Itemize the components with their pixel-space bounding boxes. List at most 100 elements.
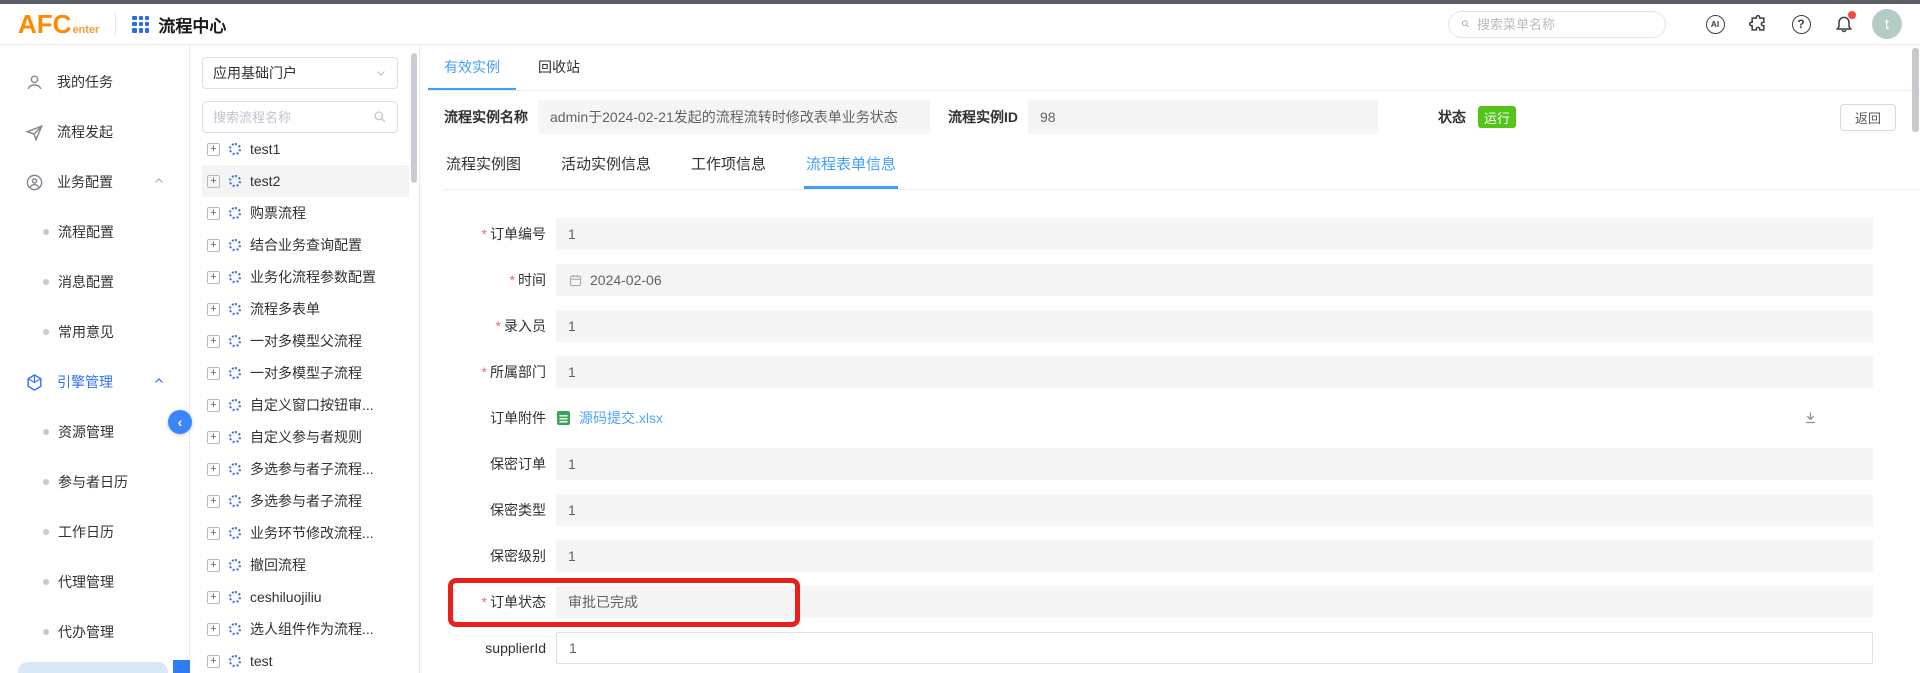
sidebar-item-process-config[interactable]: 流程配置 — [0, 207, 189, 257]
form-row: *保密类型 1 — [444, 494, 1873, 526]
expand-icon[interactable]: + — [207, 431, 220, 444]
field-input[interactable]: 1 — [556, 310, 1873, 342]
required-asterisk: * — [510, 272, 515, 288]
tree-scrollbar[interactable] — [411, 53, 417, 183]
tree-item-label: test1 — [250, 141, 280, 157]
field-input[interactable]: 审批已完成 — [556, 586, 1873, 618]
expand-icon[interactable]: + — [207, 143, 220, 156]
tree-item[interactable]: + test2 — [202, 165, 409, 197]
tree-item[interactable]: + 购票流程 — [202, 197, 409, 229]
field-value: 1 — [568, 456, 576, 472]
tree-item[interactable]: + 业务环节修改流程... — [202, 517, 409, 549]
tree-item[interactable]: + 结合业务查询配置 — [202, 229, 409, 261]
tab-recycle-bin[interactable]: 回收站 — [522, 45, 596, 90]
sidebar-group-engine-management[interactable]: 引擎管理 — [0, 357, 189, 407]
bullet-icon — [43, 529, 49, 535]
tab-work-item-info[interactable]: 工作项信息 — [689, 143, 768, 189]
expand-icon[interactable]: + — [207, 335, 220, 348]
expand-icon[interactable]: + — [207, 239, 220, 252]
download-icon[interactable] — [1803, 410, 1818, 428]
process-search-input[interactable] — [213, 110, 367, 125]
tree-item[interactable]: + 多选参与者子流程... — [202, 453, 409, 485]
process-search[interactable] — [202, 101, 398, 133]
expand-icon[interactable]: + — [207, 207, 220, 220]
tree-item[interactable]: + 一对多模型父流程 — [202, 325, 409, 357]
expand-icon[interactable]: + — [207, 463, 220, 476]
tree-item-label: ceshiluojiliu — [250, 589, 322, 605]
field-input[interactable]: 1 — [556, 356, 1873, 388]
sidebar-item-process-start[interactable]: 流程发起 — [0, 107, 189, 157]
instance-id-label: 流程实例ID — [948, 107, 1018, 127]
sidebar-collapse-button[interactable]: ‹ — [168, 410, 192, 434]
sidebar-item-common-opinions[interactable]: 常用意见 — [0, 307, 189, 357]
sidebar-item-work-calendar[interactable]: 工作日历 — [0, 507, 189, 557]
expand-icon[interactable]: + — [207, 271, 220, 284]
plugin-icon[interactable] — [1747, 13, 1769, 35]
bell-icon[interactable] — [1833, 13, 1855, 35]
expand-icon[interactable]: + — [207, 367, 220, 380]
tree-item[interactable]: + 流程多表单 — [202, 293, 409, 325]
sidebar-group-business-config[interactable]: 业务配置 — [0, 157, 189, 207]
sidebar-item-agent-management[interactable]: 代理管理 — [0, 557, 189, 607]
tree-item[interactable]: + 一对多模型子流程 — [202, 357, 409, 389]
sidebar-item-todo-management[interactable]: 代办管理 — [0, 607, 189, 657]
instance-id-field[interactable]: 98 — [1028, 100, 1378, 134]
sidebar-item-label: 工作日历 — [58, 522, 114, 542]
tree-item[interactable]: + 撤回流程 — [202, 549, 409, 581]
field-input[interactable]: 1 — [556, 540, 1873, 572]
tab-activity-instance-info[interactable]: 活动实例信息 — [559, 143, 653, 189]
field-value: 2024-02-06 — [590, 272, 662, 288]
sidebar-item-message-config[interactable]: 消息配置 — [0, 257, 189, 307]
sidebar-item-my-tasks[interactable]: 我的任务 — [0, 57, 189, 107]
app-category-select[interactable]: 应用基础门户 — [202, 57, 398, 89]
tree-item[interactable]: + 自定义参与者规则 — [202, 421, 409, 453]
form-row: *订单状态 审批已完成 — [444, 586, 1873, 618]
expand-icon[interactable]: + — [207, 303, 220, 316]
attachment-link[interactable]: 源码提交.xlsx — [579, 408, 663, 428]
tree-item[interactable]: + 业务化流程参数配置 — [202, 261, 409, 293]
tree-item[interactable]: + 自定义窗口按钮审... — [202, 389, 409, 421]
instance-name-label: 流程实例名称 — [444, 107, 528, 127]
ai-assistant-icon[interactable]: AI — [1704, 13, 1726, 35]
tree-item[interactable]: + test — [202, 645, 409, 673]
sidebar-item-resource-management[interactable]: 资源管理 — [0, 407, 189, 457]
menu-search-input[interactable] — [1477, 17, 1653, 32]
expand-icon[interactable]: + — [207, 399, 220, 412]
expand-icon[interactable]: + — [207, 495, 220, 508]
expand-icon[interactable]: + — [207, 175, 220, 188]
tree-item[interactable]: + 选人组件作为流程... — [202, 613, 409, 645]
instance-name-field[interactable]: admin于2024-02-21发起的流程流转时修改表单业务状态 — [538, 100, 930, 134]
tab-valid-instances[interactable]: 有效实例 — [428, 45, 516, 90]
field-input[interactable]: 1 — [556, 218, 1873, 250]
tree-item[interactable]: + ceshiluojiliu — [202, 581, 409, 613]
bullet-icon — [43, 579, 49, 585]
tree-item-label: 多选参与者子流程... — [250, 459, 374, 479]
expand-icon[interactable]: + — [207, 623, 220, 636]
sidebar-item-participant-calendar[interactable]: 参与者日历 — [0, 457, 189, 507]
required-asterisk: * — [482, 364, 487, 380]
tab-instance-diagram[interactable]: 流程实例图 — [444, 143, 523, 189]
field-input[interactable]: 2024-02-06 — [556, 264, 1873, 296]
field-input[interactable]: 1 — [556, 632, 1873, 664]
detail-tabs: 流程实例图 活动实例信息 工作项信息 流程表单信息 — [444, 143, 1920, 190]
help-icon[interactable]: ? — [1790, 13, 1812, 35]
expand-icon[interactable]: + — [207, 655, 220, 668]
expand-icon[interactable]: + — [207, 559, 220, 572]
field-input[interactable]: 1 — [556, 494, 1873, 526]
bullet-icon — [43, 229, 49, 235]
process-node-icon — [229, 527, 241, 539]
page-scrollbar[interactable] — [1912, 48, 1919, 132]
menu-search[interactable] — [1448, 11, 1666, 38]
user-config-icon — [25, 173, 44, 192]
sidebar-scrollbar[interactable] — [18, 662, 168, 673]
expand-icon[interactable]: + — [207, 591, 220, 604]
sidebar-item-label: 我的任务 — [57, 72, 113, 92]
avatar[interactable]: t — [1872, 9, 1902, 39]
tab-process-form-info[interactable]: 流程表单信息 — [804, 143, 898, 189]
tree-item[interactable]: + test1 — [202, 133, 409, 165]
tree-item[interactable]: + 多选参与者子流程 — [202, 485, 409, 517]
back-button[interactable]: 返回 — [1840, 104, 1896, 131]
expand-icon[interactable]: + — [207, 527, 220, 540]
field-label: supplierId — [485, 640, 546, 656]
field-input[interactable]: 1 — [556, 448, 1873, 480]
